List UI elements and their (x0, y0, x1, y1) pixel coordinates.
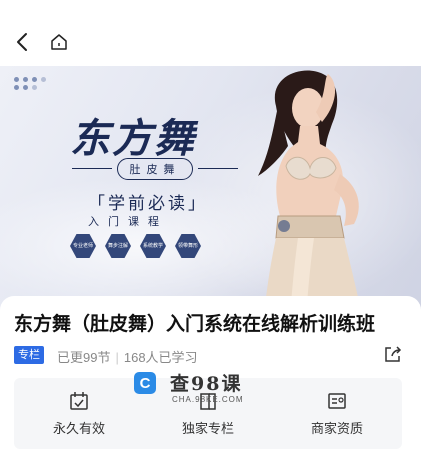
banner-subtitle: 肚皮舞 (117, 158, 193, 180)
watermark: C 查98课 CHA.98KE.COM (134, 369, 264, 411)
feature-permanent: 永久有效 (24, 378, 134, 449)
feature-label: 独家专栏 (181, 421, 234, 436)
dots-decoration (14, 77, 46, 91)
calendar-check-icon (70, 392, 88, 410)
share-icon (385, 346, 402, 362)
top-nav-bar (0, 0, 421, 66)
banner-must-read: 「学前必读」 (88, 194, 208, 214)
course-meta: 已更99节 | 168人已学习 (57, 350, 198, 365)
feature-qualification: 商家资质 (282, 378, 392, 449)
column-tag: 专栏 (14, 346, 44, 364)
feature-label: 永久有效 (52, 421, 105, 436)
watermark-text: 查98课 (170, 373, 243, 395)
course-title: 东方舞（肚皮舞）入门系统在线解析训练班 (14, 314, 376, 335)
banner-intro: 入门课程 (88, 216, 168, 228)
course-banner: 东方舞 肚皮舞 「学前必读」 入门课程 专业老师 舞步注解 系统教学 领带舞形 (0, 66, 421, 316)
feature-label: 商家资质 (310, 421, 363, 436)
watermark-url: CHA.98KE.COM (172, 395, 244, 404)
watermark-logo: C (134, 372, 156, 394)
chevron-left-icon (17, 33, 27, 51)
home-icon (51, 34, 67, 50)
learner-count: 168人已学习 (123, 350, 198, 365)
home-button[interactable] (47, 30, 71, 54)
banner-title: 东方舞 (70, 115, 196, 162)
share-button[interactable] (383, 344, 403, 364)
dancer-image (258, 70, 362, 316)
id-card-icon (328, 393, 346, 409)
updated-count: 已更99节 (57, 350, 111, 365)
back-button[interactable] (10, 30, 34, 54)
